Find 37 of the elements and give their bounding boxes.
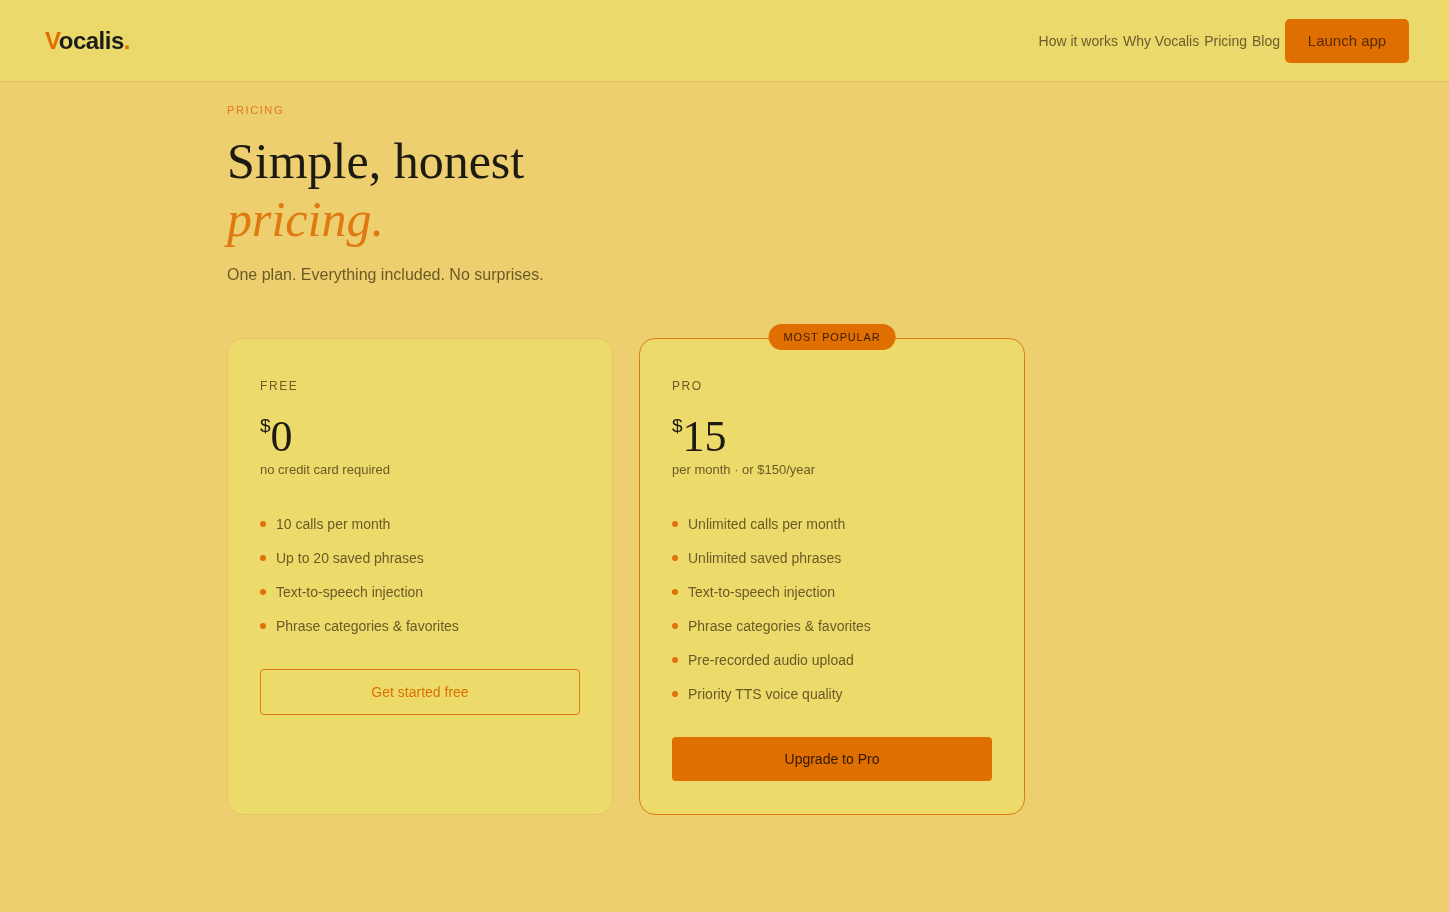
logo[interactable]: Vocalis. bbox=[45, 26, 130, 55]
price-note: per month · or $150/year bbox=[672, 462, 817, 477]
nav-link[interactable]: Blog bbox=[1251, 32, 1280, 49]
bullet-dot-icon bbox=[672, 657, 678, 663]
plan-name: PRO bbox=[672, 379, 704, 393]
feature-text: 10 calls per month bbox=[276, 516, 391, 532]
bullet-dot-icon bbox=[672, 521, 678, 527]
feature-text: Up to 20 saved phrases bbox=[276, 550, 424, 566]
bullet-dot-icon bbox=[260, 521, 266, 527]
bullet-dot-icon bbox=[260, 555, 266, 561]
bullet-dot-icon bbox=[672, 589, 678, 595]
feature-text: Unlimited calls per month bbox=[688, 516, 846, 532]
bullet-dot-icon bbox=[260, 589, 266, 595]
feature-text: Priority TTS voice quality bbox=[688, 686, 843, 702]
nav-link[interactable]: How it works bbox=[1038, 32, 1118, 49]
subtitle-text: One plan. Everything included. No surprises. bbox=[227, 266, 545, 284]
feature-text: Text-to-speech injection bbox=[688, 584, 836, 600]
popular-badge: MOST POPULAR bbox=[768, 324, 896, 350]
bullet-dot-icon bbox=[672, 555, 678, 561]
plan-button[interactable]: Get started free bbox=[260, 669, 580, 715]
nav-link[interactable]: Pricing bbox=[1204, 32, 1247, 49]
bullet-dot-icon bbox=[672, 691, 678, 697]
price-text: $0 bbox=[260, 413, 294, 460]
feature-text: Unlimited saved phrases bbox=[688, 550, 842, 566]
feature-text: Phrase categories & favorites bbox=[276, 618, 459, 634]
feature-text: Text-to-speech injection bbox=[276, 584, 424, 600]
price-text: $15 bbox=[672, 413, 728, 460]
plan-name: FREE bbox=[260, 379, 300, 393]
launch-app-button[interactable]: Launch app bbox=[1285, 18, 1409, 63]
bullet-dot-icon bbox=[260, 623, 266, 629]
plan-button[interactable]: Upgrade to Pro bbox=[672, 737, 992, 781]
nav-link[interactable]: Why Vocalis bbox=[1122, 32, 1200, 49]
bullet-dot-icon bbox=[672, 623, 678, 629]
feature-text: Phrase categories & favorites bbox=[688, 618, 871, 634]
section-eyebrow: PRICING bbox=[227, 104, 286, 116]
feature-text: Pre-recorded audio upload bbox=[688, 652, 854, 668]
price-note: no credit card required bbox=[260, 462, 392, 477]
